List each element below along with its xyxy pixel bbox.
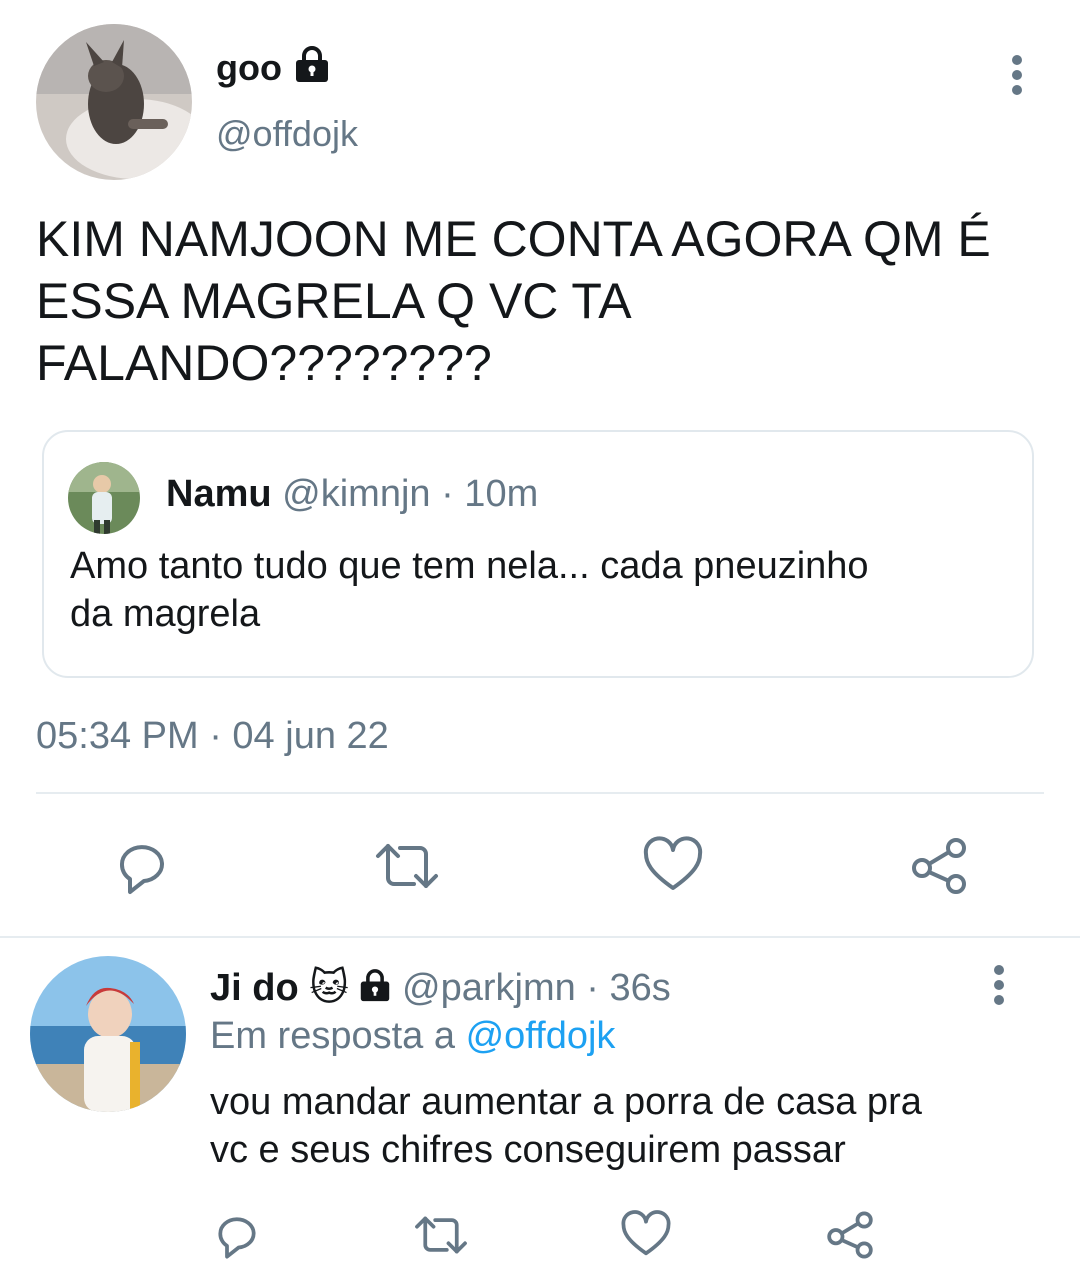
reply-icon[interactable] — [212, 1210, 262, 1260]
quoted-header: Namu @kimnjn · 10m — [166, 470, 538, 518]
reply-handle[interactable]: @parkjmn — [402, 967, 576, 1009]
lock-icon — [361, 969, 390, 1002]
lock-icon — [296, 46, 328, 82]
reply-text-line: vc e seus chifres conseguirem passar — [210, 1129, 846, 1171]
section-divider — [0, 936, 1080, 938]
quoted-time: · 10m — [441, 473, 539, 515]
reply-context: Em resposta a @offdojk — [210, 1012, 615, 1060]
tweet-text: KIM NAMJOON ME CONTA AGORA QM É ESSA MAG… — [36, 208, 991, 394]
tweet-text-line: ESSA MAGRELA Q VC TA — [36, 273, 632, 329]
tweet-text-line: KIM NAMJOON ME CONTA AGORA QM É — [36, 211, 991, 267]
like-icon[interactable] — [642, 836, 704, 896]
share-icon[interactable] — [908, 836, 970, 896]
like-icon[interactable] — [620, 1210, 672, 1260]
divider — [36, 792, 1044, 794]
avatar-namu[interactable] — [68, 462, 140, 534]
quoted-text: Amo tanto tudo que tem nela... cada pneu… — [70, 542, 869, 638]
tweet-timestamp: 05:34 PM · 04 jun 22 — [36, 715, 389, 757]
share-icon[interactable] — [824, 1210, 876, 1260]
reply-prefix: Em resposta a — [210, 1015, 455, 1057]
handle[interactable]: @offdojk — [216, 112, 358, 156]
quoted-text-line: da magrela — [70, 593, 261, 635]
retweet-icon[interactable] — [372, 836, 442, 896]
reply-header: Ji do 🐱 @parkjmn · 36s — [210, 964, 671, 1012]
reply-icon[interactable] — [112, 836, 172, 896]
reply-display-name[interactable]: Ji do — [210, 967, 299, 1009]
reply-text: vou mandar aumentar a porra de casa pra … — [210, 1078, 922, 1174]
quoted-text-line: Amo tanto tudo que tem nela... cada pneu… — [70, 545, 869, 587]
display-name[interactable]: goo — [216, 46, 330, 90]
tweet-text-line: FALANDO???????? — [36, 335, 492, 391]
cat-emoji: 🐱 — [309, 967, 349, 1009]
more-options-icon[interactable] — [1004, 54, 1030, 96]
quoted-handle[interactable]: @kimnjn — [282, 473, 430, 515]
quoted-tweet[interactable]: Namu @kimnjn · 10m Amo tanto tudo que te… — [42, 430, 1034, 678]
more-options-icon[interactable] — [986, 964, 1012, 1006]
quoted-display-name[interactable]: Namu — [166, 473, 272, 515]
reply-to-link[interactable]: @offdojk — [466, 1015, 616, 1057]
reply-time: · 36s — [586, 967, 671, 1009]
reply-text-line: vou mandar aumentar a porra de casa pra — [210, 1081, 922, 1123]
avatar-goo[interactable] — [36, 24, 192, 180]
retweet-icon[interactable] — [412, 1210, 470, 1260]
avatar-jido[interactable] — [30, 956, 186, 1112]
display-name-text: goo — [216, 47, 282, 88]
